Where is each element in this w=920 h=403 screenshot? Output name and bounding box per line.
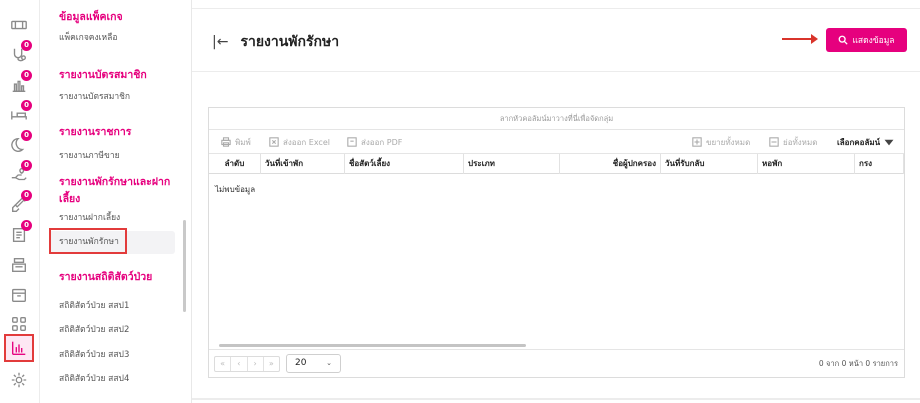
grid-horizontal-scrollbar[interactable] — [219, 344, 526, 347]
section-government-report: รายงานราชการ — [59, 126, 132, 138]
export-excel-label: ส่งออก Excel — [283, 137, 330, 147]
highlight-outline — [49, 228, 127, 254]
notification-badge: 0 — [21, 220, 32, 231]
pager-info: 0 จาก 0 หน้า 0 รายการ — [818, 359, 898, 368]
column-header[interactable]: ลำดับ — [209, 154, 261, 174]
moon-icon[interactable]: 0 — [4, 130, 34, 158]
choose-columns-label: เลือกคอลัมน์ — [837, 137, 881, 147]
stethoscope-icon[interactable]: 0 — [4, 40, 34, 68]
report-grid: ลากหัวคอลัมน์มาวางที่นี่เพื่อจัดกลุ่ม พิ… — [208, 107, 905, 378]
export-excel-button[interactable]: ส่งออก Excel — [269, 130, 330, 154]
collapse-all-button[interactable]: ย่อทั้งหมด — [769, 130, 817, 154]
menu-item-package-remaining[interactable]: แพ็คเกจคงเหลือ — [59, 31, 117, 45]
notification-badge: 0 — [21, 160, 32, 171]
page-size-select[interactable]: 20 ⌄ — [286, 354, 341, 373]
last-page-button[interactable]: » — [264, 357, 279, 371]
menu-item-boarding-report[interactable]: รายงานฝากเลี้ยง — [59, 211, 120, 225]
expand-all-button[interactable]: ขยายทั้งหมด — [692, 130, 750, 154]
show-data-label: แสดงข้อมูล — [852, 36, 895, 46]
show-data-button[interactable]: แสดงข้อมูล — [826, 28, 907, 52]
expand-all-label: ขยายทั้งหมด — [706, 137, 751, 147]
package-icon[interactable] — [4, 12, 34, 38]
menu-item-stats-4[interactable]: สถิติสัตว์ป่วย สสป4 — [59, 372, 129, 386]
grid-header-row: ลำดับ วันที่เข้าพัก ชื่อสัตว์เลี้ยง ประเ… — [209, 154, 904, 174]
column-header[interactable]: ชื่อผู้ปกครอง — [560, 154, 661, 174]
menu-item-sales-tax-report[interactable]: รายงานภาษีขาย — [59, 149, 120, 163]
column-header[interactable]: หอพัก — [758, 154, 855, 174]
column-header[interactable]: วันที่รับกลับ — [661, 154, 758, 174]
divider — [192, 398, 920, 400]
group-panel[interactable]: ลากหัวคอลัมน์มาวางที่นี่เพื่อจัดกลุ่ม — [209, 108, 904, 130]
menu-item-stats-2[interactable]: สถิติสัตว์ป่วย สสป2 — [59, 323, 129, 337]
collapse-icon — [769, 137, 779, 147]
menu-item-stats-1[interactable]: สถิติสัตว์ป่วย สสป1 — [59, 299, 129, 313]
export-pdf-label: ส่งออก PDF — [361, 137, 403, 147]
chevron-down-icon: ⌄ — [326, 359, 332, 367]
print-label: พิมพ์ — [235, 137, 251, 147]
notification-badge: 0 — [21, 40, 32, 51]
export-pdf-button[interactable]: ส่งออก PDF — [347, 130, 402, 154]
section-membership-report: รายงานบัตรสมาชิก — [59, 69, 147, 81]
column-header[interactable]: กรง — [855, 154, 904, 174]
menu-item-stats-3[interactable]: สถิติสัตว์ป่วย สสป3 — [59, 348, 129, 362]
excel-icon — [269, 137, 279, 147]
no-data-message: ไม่พบข้อมูล — [215, 185, 256, 194]
notification-badge: 0 — [21, 130, 32, 141]
pdf-icon — [347, 137, 357, 147]
hand-icon[interactable]: 0 — [4, 160, 34, 188]
gear-icon[interactable] — [4, 367, 34, 393]
choose-columns-button[interactable]: เลือกคอลัมน์ — [837, 130, 894, 154]
printer-icon — [221, 137, 231, 147]
report-submenu: ข้อมูลแพ็คเกจ แพ็คเกจคงเหลือ รายงานบัตรส… — [41, 0, 191, 403]
page-size-value: 20 — [295, 358, 307, 368]
column-header[interactable]: ประเภท — [464, 154, 560, 174]
divider — [192, 71, 920, 72]
main-content: |← รายงานพักรักษา แสดงข้อมูล ลากหัวคอลัม… — [191, 0, 920, 403]
receipt-icon[interactable]: 0 — [4, 220, 34, 248]
expand-icon — [692, 137, 702, 147]
syringe-icon[interactable]: 0 — [4, 190, 34, 218]
grid-pager: « ‹ › » 20 ⌄ 0 จาก 0 หน้า 0 รายการ — [209, 349, 904, 377]
bed-icon[interactable]: 0 — [4, 100, 34, 128]
notification-badge: 0 — [21, 70, 32, 81]
first-page-button[interactable]: « — [215, 357, 232, 371]
menu-item-membership-report[interactable]: รายงานบัตรสมาชิก — [59, 90, 130, 104]
submenu-scrollbar[interactable] — [183, 220, 186, 312]
column-header[interactable]: ชื่อสัตว์เลี้ยง — [345, 154, 464, 174]
report-chart-icon[interactable] — [4, 334, 34, 362]
column-header[interactable]: วันที่เข้าพัก — [261, 154, 345, 174]
pointer-arrow-icon — [782, 34, 818, 44]
icon-rail: 0 0 0 0 0 0 0 — [0, 0, 40, 403]
page-header: |← รายงานพักรักษา — [212, 31, 339, 53]
notification-badge: 0 — [21, 100, 32, 111]
pager-buttons: « ‹ › » — [214, 356, 280, 372]
notification-badge: 0 — [21, 190, 32, 201]
divider — [192, 8, 920, 9]
section-sick-animal-stats: รายงานสถิติสัตว์ป่วย — [59, 271, 153, 283]
search-icon — [839, 35, 849, 45]
prev-page-button[interactable]: ‹ — [231, 357, 248, 371]
box-icon[interactable] — [4, 282, 34, 308]
grid-toolbar: พิมพ์ ส่งออก Excel ส่งออก PDF ขยายทั้งหม… — [209, 130, 904, 154]
chart-icon[interactable]: 0 — [4, 70, 34, 98]
section-boarding-report: รายงานพักรักษาและฝากเลี้ยง — [59, 176, 171, 205]
next-page-button[interactable]: › — [248, 357, 264, 371]
back-arrow-icon[interactable]: |← — [212, 34, 228, 50]
collapse-all-label: ย่อทั้งหมด — [783, 137, 818, 147]
print-button[interactable]: พิมพ์ — [221, 130, 251, 154]
page-title: รายงานพักรักษา — [240, 34, 340, 50]
caret-down-icon — [884, 139, 894, 146]
section-package-info: ข้อมูลแพ็คเกจ — [59, 11, 123, 23]
cash-register-icon[interactable] — [4, 252, 34, 278]
